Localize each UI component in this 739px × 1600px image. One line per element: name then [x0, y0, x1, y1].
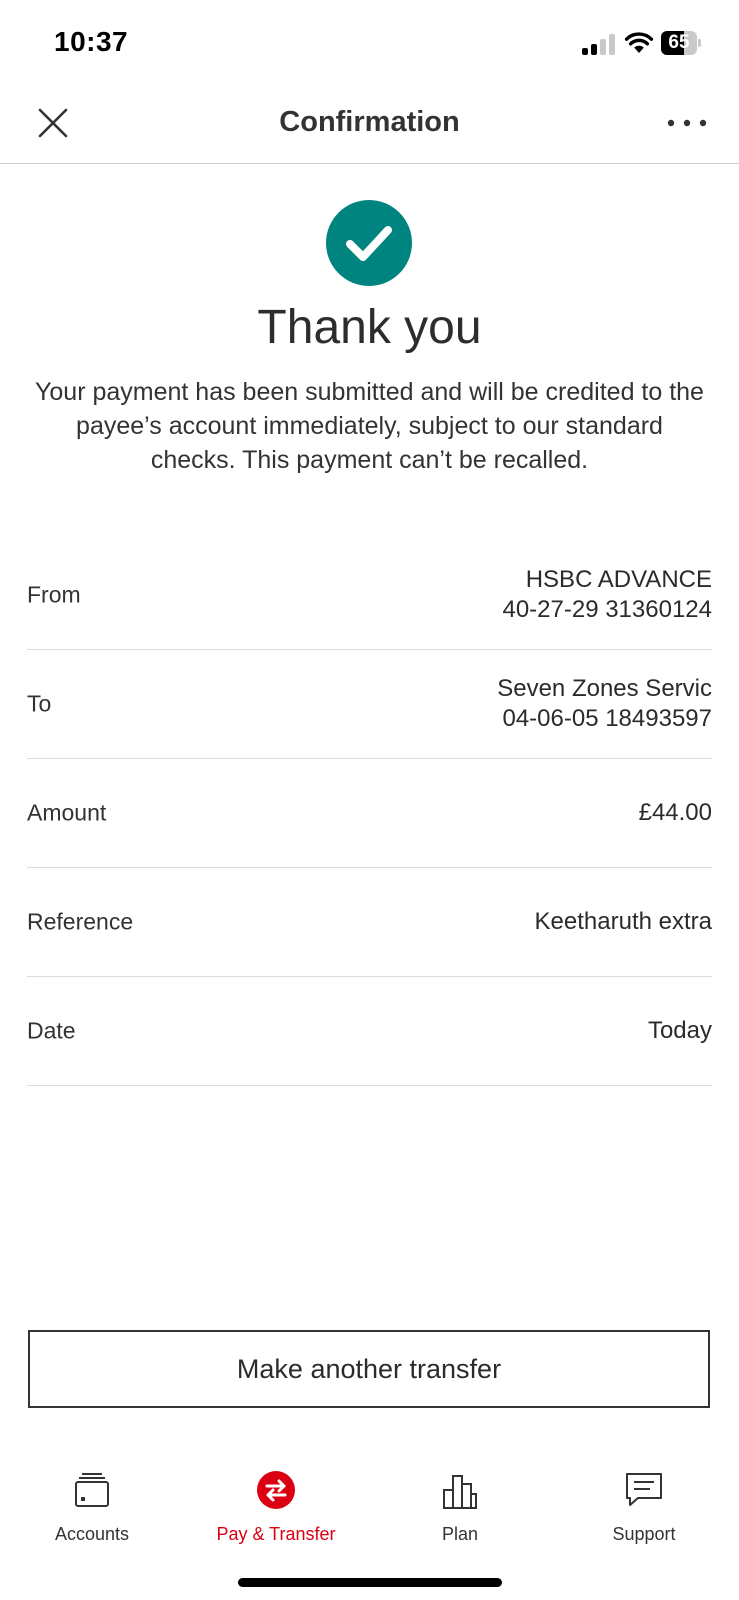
- battery-icon: 65: [661, 31, 701, 55]
- wallet-icon: [75, 1473, 109, 1507]
- detail-value: Seven Zones Servic 04-06-05 18493597: [497, 674, 712, 734]
- detail-row-date: Date Today: [27, 977, 712, 1086]
- chat-bubble-icon: [626, 1473, 662, 1506]
- page-title: Confirmation: [279, 106, 460, 138]
- make-another-transfer-button[interactable]: Make another transfer: [28, 1330, 710, 1408]
- thank-you-heading: Thank you: [257, 301, 482, 354]
- more-options-button[interactable]: [665, 112, 709, 134]
- tab-label: Pay & Transfer: [216, 1524, 336, 1544]
- checkmark-circle-icon: [326, 200, 412, 286]
- tab-accounts[interactable]: Accounts: [0, 1450, 184, 1560]
- confirmation-screen: 10:37 65 Confirmation Thank you Your pay…: [0, 0, 739, 1600]
- tab-pay-transfer[interactable]: Pay & Transfer: [184, 1450, 368, 1560]
- detail-label: Amount: [27, 799, 107, 826]
- tab-label: Plan: [441, 1524, 479, 1544]
- payee-name: Seven Zones Servic: [497, 675, 712, 702]
- detail-row-to: To Seven Zones Servic 04-06-05 18493597: [27, 650, 712, 759]
- detail-row-amount: Amount £44.00: [27, 759, 712, 868]
- detail-label: Reference: [27, 908, 134, 935]
- status-time: 10:37: [54, 26, 129, 57]
- status-bar: 10:37 65: [0, 0, 739, 80]
- transfer-arrows-icon: [257, 1471, 295, 1509]
- bar-chart-icon: [443, 1475, 477, 1509]
- cellular-signal-icon: [582, 33, 616, 55]
- tab-label: Support: [612, 1524, 676, 1544]
- detail-row-from: From HSBC ADVANCE 40-27-29 31360124: [27, 541, 712, 650]
- detail-value: HSBC ADVANCE 40-27-29 31360124: [502, 565, 712, 625]
- date-value: Today: [647, 1017, 712, 1044]
- confirmation-message: Your payment has been submitted and will…: [35, 378, 704, 474]
- payment-details: From HSBC ADVANCE 40-27-29 31360124 To S…: [27, 541, 712, 1086]
- detail-row-reference: Reference Keetharuth extra: [27, 868, 712, 977]
- from-account-name: HSBC ADVANCE: [525, 566, 712, 593]
- tab-support[interactable]: Support: [552, 1450, 736, 1560]
- detail-label: From: [27, 581, 81, 608]
- wifi-icon: [624, 32, 654, 53]
- amount-value: £44.00: [638, 799, 712, 826]
- from-account-number: 40-27-29 31360124: [502, 596, 712, 623]
- reference-value: Keetharuth extra: [534, 908, 712, 935]
- home-indicator[interactable]: [238, 1578, 502, 1587]
- tab-plan[interactable]: Plan: [368, 1450, 552, 1560]
- bottom-tab-bar: Accounts Pay & Transfer Plan Support: [0, 1450, 739, 1560]
- detail-label: To: [27, 690, 52, 717]
- tab-label: Accounts: [54, 1524, 130, 1544]
- more-horizontal-icon: [667, 119, 707, 127]
- detail-label: Date: [27, 1017, 76, 1044]
- payee-account-number: 04-06-05 18493597: [502, 705, 712, 732]
- battery-percent: 65: [668, 32, 690, 53]
- header: Confirmation: [0, 82, 739, 164]
